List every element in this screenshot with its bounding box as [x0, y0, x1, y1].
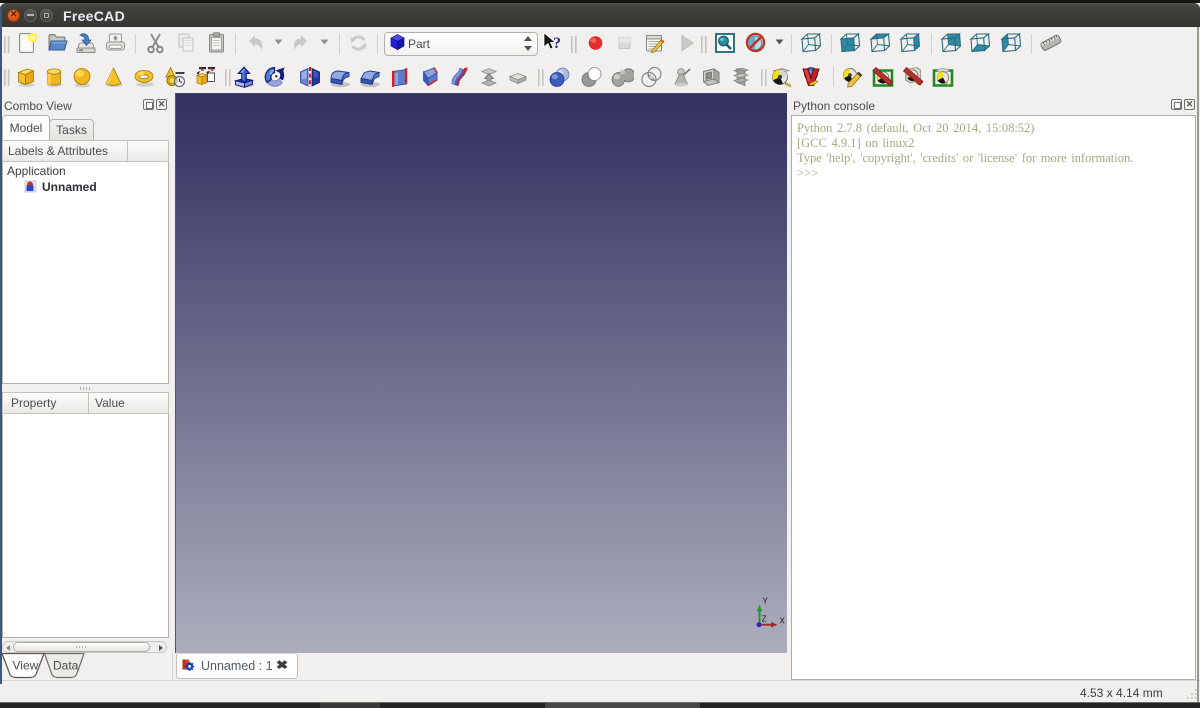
svg-text:Y: Y: [763, 597, 769, 606]
svg-text:View: View: [13, 659, 39, 673]
svg-text:Data: Data: [53, 659, 79, 673]
svg-text:X: X: [780, 617, 786, 626]
svg-text:Z: Z: [762, 615, 767, 624]
svg-text:?: ?: [553, 35, 561, 52]
